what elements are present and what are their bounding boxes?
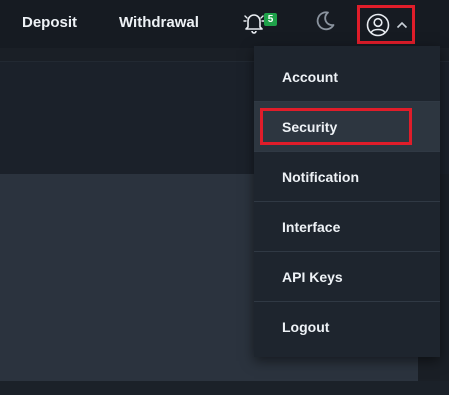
bell-icon xyxy=(243,14,265,34)
menu-item-interface[interactable]: Interface xyxy=(254,202,440,252)
moon-icon[interactable] xyxy=(314,10,336,32)
top-navigation-bar: Deposit Withdrawal 5 xyxy=(0,0,449,48)
menu-item-label: Account xyxy=(282,69,338,85)
menu-item-account[interactable]: Account xyxy=(254,52,440,102)
withdrawal-link[interactable]: Withdrawal xyxy=(119,14,199,31)
notifications-button[interactable]: 5 xyxy=(241,10,283,36)
notification-count-badge: 5 xyxy=(264,13,277,26)
menu-item-security[interactable]: Security xyxy=(254,102,440,152)
chevron-up-icon xyxy=(396,21,408,29)
menu-item-label: Security xyxy=(282,119,338,135)
menu-item-logout[interactable]: Logout xyxy=(254,302,440,352)
user-circle-icon xyxy=(366,13,390,37)
profile-menu-button[interactable] xyxy=(357,5,415,44)
page-footer-strip xyxy=(0,381,449,395)
menu-item-label: Logout xyxy=(282,319,330,335)
menu-item-api-keys[interactable]: API Keys xyxy=(254,252,440,302)
menu-item-label: Interface xyxy=(282,219,341,235)
menu-item-label: API Keys xyxy=(282,269,343,285)
profile-dropdown-menu: Account Security Notification Interface … xyxy=(254,46,440,357)
menu-item-notification[interactable]: Notification xyxy=(254,152,440,202)
deposit-link[interactable]: Deposit xyxy=(22,14,77,31)
app-window: Deposit Withdrawal 5 Account Security No… xyxy=(0,0,449,395)
menu-item-label: Notification xyxy=(282,169,359,185)
